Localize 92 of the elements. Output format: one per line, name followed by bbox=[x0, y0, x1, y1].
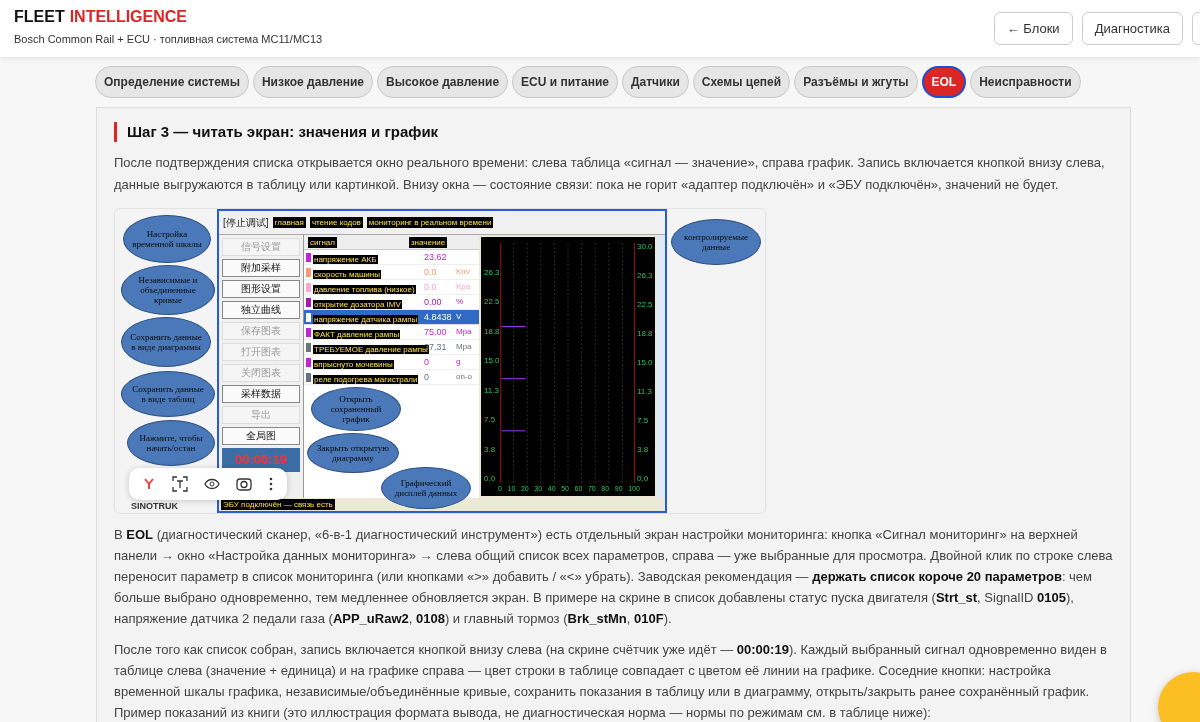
tool-button[interactable]: 全局图 bbox=[222, 427, 300, 445]
section-tab[interactable]: Схемы цепей bbox=[692, 66, 791, 98]
signal-unit: V bbox=[456, 313, 462, 321]
signal-name: скорость машины bbox=[313, 270, 381, 279]
callout-bubble: Сохранить данные в виде таблиц bbox=[121, 371, 215, 417]
subtitle: Bosch Common Rail + ECU · топливная система MC11/MC13 bbox=[14, 32, 323, 48]
callout-bubble: Нажмите, чтобы начать/остан bbox=[127, 420, 215, 466]
axis-tick: 18.8 bbox=[637, 330, 652, 338]
axis-tick: 0.0 bbox=[637, 475, 650, 483]
connection-status: ЭБУ подключён — связь есть bbox=[221, 499, 335, 510]
body-paragraph: После того как список собран, запись включается кнопкой внизу слева (на скрине счётчик уже идёт — 00:00:19). Каждый выбранный сигнал одновременно виден в таблице слева (значение + единица) и на графике справа — цвет строки в таблице совпадает с цветом её линии на графике. Соседние кнопки: настройка временной шкалы графика, независимые/объединённые кривые, сохранить показания в таблицу или в диаграмму, открыть/закрыть ранее сохранённый график. Пример показаний из книги (это иллюстрация формата вывода, не диагностическая норма — нормы по режимам см. в таблице ниже): bbox=[114, 641, 1108, 722]
axis-tick: 18.8 bbox=[484, 327, 500, 336]
signal-row[interactable]: скорость машины 0.0 Km/ bbox=[304, 265, 479, 280]
callout-bubble: Сохранить данные в виде диаграммы bbox=[121, 317, 211, 367]
axis-tick: 7.5 bbox=[484, 416, 497, 425]
axis-tick: 22.5 bbox=[637, 301, 652, 309]
callout-bubble: контролируемые данные bbox=[671, 219, 761, 265]
signal-value: 0.00 bbox=[424, 297, 443, 307]
axis-tick: 15.0 bbox=[484, 357, 500, 366]
column-header: значение bbox=[408, 236, 448, 248]
axis-tick: 11.3 bbox=[637, 388, 652, 396]
signal-value: 4.8438 bbox=[424, 312, 453, 322]
signal-name: реле подогрева магистрали bbox=[313, 375, 419, 384]
signal-unit: Mpa bbox=[456, 343, 472, 351]
brand-name: FLEET bbox=[14, 9, 65, 26]
axis-tick: 26.3 bbox=[637, 272, 652, 280]
signal-row[interactable]: реле подогрева магистрали 0 on-o bbox=[304, 370, 479, 385]
signal-value: 0 bbox=[424, 372, 430, 382]
tool-button[interactable]: 采样数据 bbox=[222, 385, 300, 403]
nav-button[interactable]: Диагностика bbox=[1081, 12, 1183, 45]
signal-row[interactable]: напряжение АКБ 23.62 bbox=[304, 250, 479, 265]
column-header: сигнал bbox=[308, 236, 337, 248]
signal-value: 75.00 bbox=[424, 327, 448, 337]
axis-tick: 22.5 bbox=[484, 298, 500, 307]
signal-name: ФАКТ давление рампы bbox=[313, 330, 401, 339]
y-logo-icon[interactable] bbox=[143, 478, 156, 490]
signal-unit: g bbox=[456, 358, 461, 366]
tool-button[interactable]: 独立曲线 bbox=[222, 301, 300, 319]
signal-row[interactable]: напряжение датчика рампы 4.8438 V bbox=[304, 310, 479, 325]
section-tab[interactable]: ECU и питание bbox=[512, 66, 618, 98]
axis-tick: 0.0 bbox=[484, 474, 497, 483]
tool-button[interactable]: 附加采样 bbox=[222, 259, 300, 277]
window-tab[interactable]: чтение кодов bbox=[309, 217, 363, 228]
section-tab[interactable]: Высокое давление bbox=[377, 66, 509, 98]
logo-text: SINOTRUK bbox=[131, 501, 178, 512]
window-tab[interactable]: главная bbox=[272, 217, 306, 228]
window-label: [停止调试] bbox=[223, 217, 269, 228]
eye-icon[interactable] bbox=[203, 478, 220, 490]
text-select-icon[interactable] bbox=[171, 476, 188, 492]
more-icon[interactable] bbox=[268, 477, 273, 491]
signal-name: впрыснуто мочевины bbox=[313, 360, 394, 369]
signal-value: 23.62 bbox=[424, 252, 448, 262]
axis-tick: 15.0 bbox=[637, 359, 652, 367]
axis-tick: 11.3 bbox=[484, 386, 500, 395]
signal-value: 0.0 bbox=[424, 267, 438, 277]
section-tab[interactable]: Определение системы bbox=[95, 66, 249, 98]
signal-row[interactable]: открытие дозатора IMV 0.00 % bbox=[304, 295, 479, 310]
signal-value: 0 bbox=[424, 357, 430, 367]
section-tab[interactable]: Неисправности bbox=[970, 66, 1081, 98]
camera-lens-icon[interactable] bbox=[236, 476, 253, 492]
signal-name: напряжение АКБ bbox=[313, 255, 378, 264]
signal-name: напряжение датчика рампы bbox=[313, 315, 419, 324]
signal-unit: Kpa bbox=[456, 283, 471, 291]
signal-row[interactable]: ТРЕБУЕМОЕ давление рампы37.31 Mpa bbox=[304, 340, 479, 355]
signal-unit: Mpa bbox=[456, 328, 472, 336]
intro-paragraph: После подтверждения списка открывается окно реального времени: слева таблица «сигнал — значение», справа график. Запись включается кнопкой внизу слева, данные выгружаются в таблицу или картинкой. Внизу окна — состояние связи: пока не горит «адаптер подключён» и «ЭБУ подключён», значений не будет. bbox=[114, 154, 1106, 194]
section-tab[interactable]: Низкое давление bbox=[252, 66, 374, 98]
axis-tick: 7.5 bbox=[637, 417, 650, 425]
section-tab[interactable]: EOL bbox=[921, 66, 967, 98]
signal-name: открытие дозатора IMV bbox=[313, 300, 402, 309]
axis-tick: 3.8 bbox=[637, 446, 650, 454]
section-tab[interactable]: Датчики bbox=[621, 66, 689, 98]
callout-bubble: Настройка временной шкалы bbox=[123, 215, 211, 263]
brand-name-accent: INTELLIGENCE bbox=[69, 9, 187, 26]
axis-tick: 30.0 bbox=[637, 243, 652, 251]
signal-unit: Km/ bbox=[456, 268, 471, 276]
signal-row[interactable]: впрыснуто мочевины 0 g bbox=[304, 355, 479, 370]
tool-button[interactable]: 图形设置 bbox=[222, 280, 300, 298]
signal-unit: % bbox=[456, 298, 464, 306]
signal-value: 0.0 bbox=[424, 282, 438, 292]
signal-unit: on-o bbox=[456, 373, 472, 381]
nav-button[interactable]: ← Блоки bbox=[993, 12, 1073, 45]
signal-row[interactable]: давление топлива (низкое) 0.0 Kpa bbox=[304, 280, 479, 295]
body-paragraph: В EOL (диагностический сканер, «6-в-1 диагностический инструмент») есть отдельный экран настройки мониторинга: кнопка «Сигнал мониторинг» на верхней панели → окно «Настройка данных мониторинга» → слева общий список всех параметров, справа — уже выбранные для просмотра. Двойной клик по строке слева переносит параметр в список мониторинга (или кнопками «>» добавить / «<» убрать). Заводская рекомендация — держать список короче 20 параметров: чем больше выбрано одновременно, тем медленнее обновляется экран. В примере на скрине в список добавлены статус пуска двигателя (Strt_st, SignalID 0105), напряжение датчика 2 педали газа (APP_uRaw2, 0108) и главный тормоз (Brk_stMn, 010F). bbox=[114, 526, 1113, 628]
window-tab[interactable]: мониторинг в реальном времени bbox=[366, 217, 494, 228]
signal-name: давление топлива (низкое) bbox=[313, 285, 416, 294]
signal-row[interactable]: ФАКТ давление рампы 75.00 Mpa bbox=[304, 325, 479, 340]
callout-bubble: Независимые и объединенные кривые bbox=[121, 265, 215, 315]
axis-tick: 26.3 bbox=[484, 269, 500, 277]
section-tab[interactable]: Разъёмы и жгуты bbox=[794, 66, 918, 98]
step-heading: Шаг 3 — читать экран: значения и график bbox=[114, 122, 1113, 142]
axis-tick: 3.8 bbox=[484, 445, 497, 454]
